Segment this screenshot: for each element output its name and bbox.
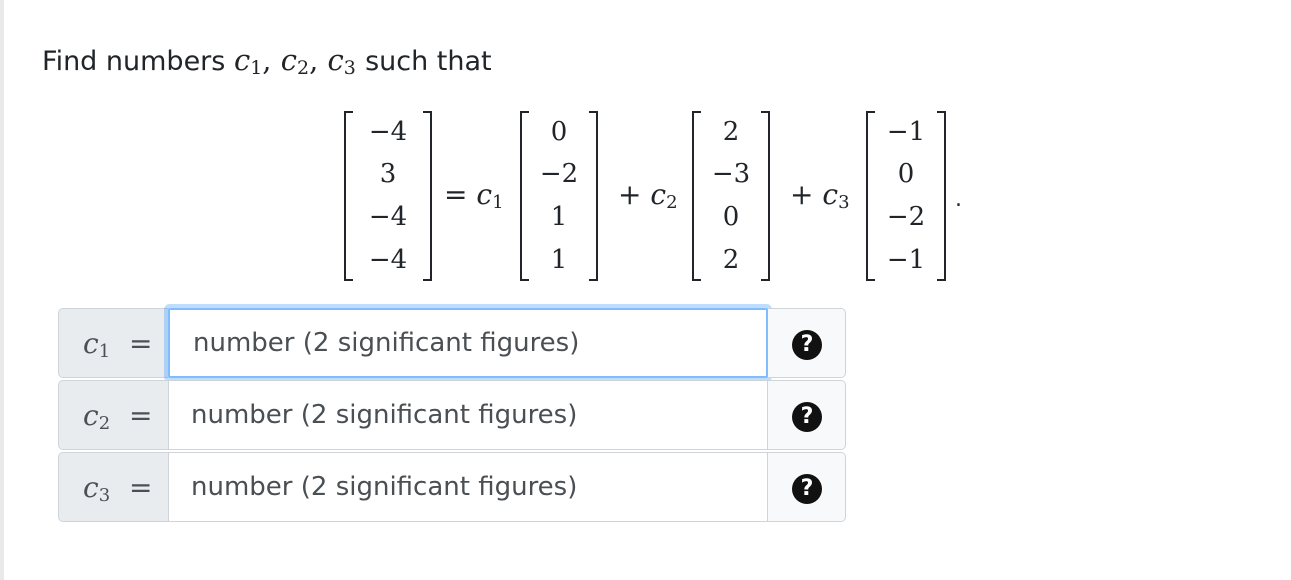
right-bracket	[761, 111, 770, 281]
label-expression: c1 =	[83, 324, 153, 364]
vector-3-entry-2: 0	[897, 159, 915, 189]
prompt-tail: such that	[365, 46, 492, 77]
input-label-c1: c1 =	[58, 308, 168, 378]
left-bracket	[866, 111, 875, 281]
coef-sub: 3	[838, 192, 850, 213]
coef-sub: 2	[666, 192, 678, 213]
label-equals: =	[129, 471, 153, 504]
vector-3: −1 0 −2 −1	[866, 111, 946, 281]
coef-sub: 1	[492, 192, 504, 213]
lhs-entry-3: −4	[368, 202, 408, 232]
help-button-c2[interactable]: ?	[768, 380, 846, 450]
coef-var: c	[476, 178, 493, 211]
answer-row-c2: c2 = ?	[58, 380, 846, 450]
prompt-var-c3: c	[327, 43, 344, 77]
left-border	[0, 0, 4, 580]
label-var: c	[83, 399, 99, 432]
help-button-c3[interactable]: ?	[768, 452, 846, 522]
label-sub: 2	[98, 413, 111, 434]
answer-row-c3: c3 = ?	[58, 452, 846, 522]
prompt-sub-3: 3	[343, 57, 356, 79]
vector-2-entry-1: 2	[722, 117, 740, 147]
vector-1-entry-4: 1	[550, 245, 568, 275]
label-equals: =	[129, 399, 153, 432]
vector-1-entry-1: 0	[550, 117, 568, 147]
vector-1: 0 −2 1 1	[520, 111, 598, 281]
right-bracket	[937, 111, 946, 281]
help-button-c1[interactable]: ?	[768, 308, 846, 378]
label-equals: =	[129, 327, 153, 360]
vector-3-entry-4: −1	[886, 245, 926, 275]
vector-2-entry-3: 0	[722, 202, 740, 232]
coef-var: c	[650, 178, 667, 211]
vector-2-entry-4: 2	[722, 245, 740, 275]
label-sub: 3	[98, 485, 111, 506]
vector-3-entry-1: −1	[886, 117, 926, 147]
term-3-coefficient: + c3	[790, 175, 850, 215]
prompt-var-c1: c	[233, 43, 251, 77]
lhs-vector: −4 3 −4 −4	[344, 111, 432, 281]
input-label-c2: c2 =	[58, 380, 168, 450]
coef-var: c	[822, 178, 839, 211]
term-1-coefficient: = c1	[444, 175, 504, 215]
question-prompt: Find numbers c1, c2, c3 such that	[42, 40, 492, 82]
label-var: c	[83, 471, 99, 504]
label-expression: c2 =	[83, 396, 153, 436]
answer-row-c1: c1 = ?	[58, 308, 846, 378]
answer-input-c2[interactable]	[168, 380, 768, 450]
answer-form: c1 = ? c2 = ? c3 = ?	[58, 308, 846, 524]
question-circle-icon[interactable]: ?	[792, 330, 822, 360]
label-var: c	[83, 327, 99, 360]
lhs-entry-2: 3	[379, 159, 397, 189]
question-circle-icon[interactable]: ?	[792, 402, 822, 432]
left-bracket	[692, 111, 701, 281]
vector-2: 2 −3 0 2	[692, 111, 770, 281]
answer-input-c3[interactable]	[168, 452, 768, 522]
vector-equation: −4 3 −4 −4 = c1 0 −2 1 1 + c2 2 −3 0 2 +…	[0, 105, 1291, 285]
right-bracket	[423, 111, 432, 281]
input-label-c3: c3 =	[58, 452, 168, 522]
label-sub: 1	[98, 341, 111, 362]
prompt-variables: c1, c2, c3	[233, 43, 356, 79]
plus-sign: +	[790, 178, 814, 211]
lhs-entry-1: −4	[368, 117, 408, 147]
vector-3-entry-3: −2	[886, 202, 926, 232]
vector-1-entry-3: 1	[550, 202, 568, 232]
term-2-coefficient: + c2	[618, 175, 678, 215]
question-circle-icon[interactable]: ?	[792, 474, 822, 504]
vector-2-entry-2: −3	[711, 159, 751, 189]
answer-input-c1[interactable]	[168, 308, 768, 378]
equation-period: .	[955, 187, 962, 212]
vector-1-entry-2: −2	[539, 159, 579, 189]
prompt-lead: Find numbers	[42, 46, 226, 77]
prompt-sub-2: 2	[296, 57, 310, 79]
prompt-sub-1: 1	[250, 57, 263, 79]
equals-sign: =	[444, 178, 468, 211]
left-bracket	[344, 111, 353, 281]
plus-sign: +	[618, 178, 642, 211]
right-bracket	[589, 111, 598, 281]
left-bracket	[520, 111, 529, 281]
label-expression: c3 =	[83, 468, 153, 508]
prompt-var-c2: c	[280, 43, 297, 77]
lhs-entry-4: −4	[368, 245, 408, 275]
